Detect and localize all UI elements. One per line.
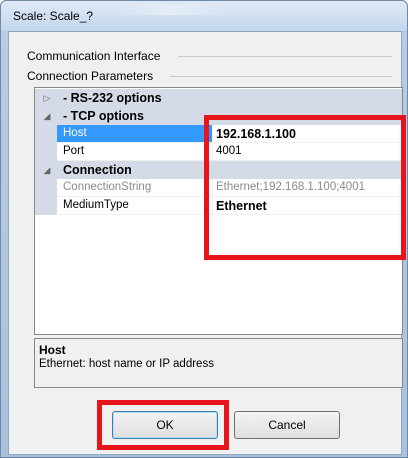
property-row-medium-type[interactable]: MediumType Ethernet [35,197,402,215]
category-connection-label: Connection [63,163,132,177]
property-value-medium-type[interactable]: Ethernet [213,197,402,215]
category-tcp-label: - TCP options [63,109,145,123]
property-value-host[interactable]: 192.168.1.100 [213,125,402,143]
row-gutter [35,143,57,161]
property-name-connection-string[interactable]: ConnectionString [57,179,213,197]
title-bar-sheen [111,5,231,15]
row-gutter [35,197,57,215]
property-row-host[interactable]: Host 192.168.1.100 [35,125,402,143]
category-connection[interactable]: ◢ Connection [35,161,402,179]
property-name-port[interactable]: Port [57,143,213,161]
property-help-panel: Host Ethernet: host name or IP address [34,338,403,388]
property-name-host[interactable]: Host [57,125,213,143]
category-rs232-label: - RS-232 options [63,91,162,105]
help-description: Ethernet: host name or IP address [39,358,214,370]
row-gutter [35,125,57,143]
property-value-connection-string[interactable]: Ethernet;192.168.1.100;4001 [213,179,402,197]
collapse-arrow-icon[interactable]: ◢ [41,110,53,122]
property-name-medium-type[interactable]: MediumType [57,197,213,215]
window-title: Scale: Scale_? [13,9,94,23]
property-value-port[interactable]: 4001 [213,143,402,161]
property-row-port[interactable]: Port 4001 [35,143,402,161]
title-bar[interactable]: Scale: Scale_? [1,1,407,31]
ok-button[interactable]: OK [112,411,218,439]
connection-parameters-divider [170,76,392,77]
property-row-connection-string[interactable]: ConnectionString Ethernet;192.168.1.100;… [35,179,402,197]
communication-interface-label: Communication Interface [27,49,161,63]
cancel-button[interactable]: Cancel [234,411,340,439]
category-rs232[interactable]: ▷ - RS-232 options [35,89,402,107]
collapse-arrow-icon[interactable]: ◢ [41,164,53,176]
row-gutter [35,179,57,197]
expand-arrow-icon[interactable]: ▷ [41,92,53,104]
connection-parameters-label: Connection Parameters [27,69,154,83]
communication-interface-divider [178,56,392,57]
help-title: Host [39,343,66,357]
category-tcp[interactable]: ◢ - TCP options [35,107,402,125]
property-grid[interactable]: ▷ - RS-232 options ◢ - TCP options Host … [34,87,403,335]
